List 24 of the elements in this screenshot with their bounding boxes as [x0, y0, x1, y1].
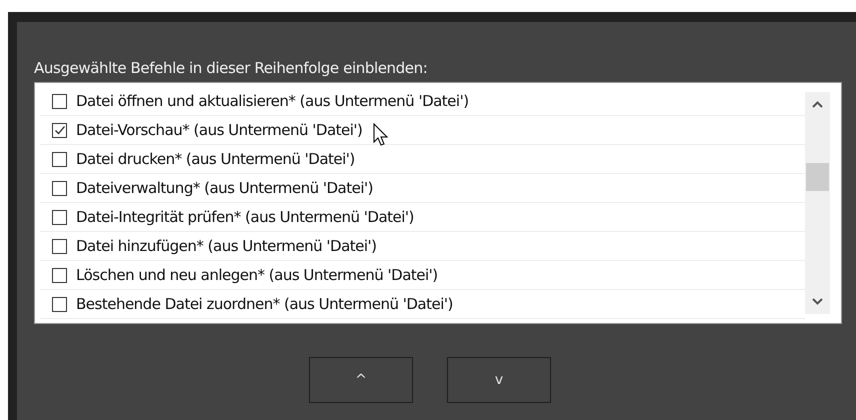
move-down-button[interactable]: v: [447, 357, 551, 403]
mouse-pointer-icon: [373, 123, 389, 147]
checkbox[interactable]: [52, 122, 67, 138]
list-item[interactable]: Datei hinzufügen* (aus Untermenü 'Datei'): [40, 232, 805, 261]
chevron-up-icon[interactable]: [812, 101, 823, 108]
checkbox[interactable]: [52, 238, 67, 254]
checkbox[interactable]: [52, 94, 67, 108]
scroll-thumb[interactable]: [806, 163, 829, 191]
checkbox[interactable]: [52, 268, 67, 282]
list-item[interactable]: Datei öffnen und aktualisieren* (aus Untermenü 'Datei'): [40, 87, 805, 116]
list-item[interactable]: Bestehende Datei zuordnen* (aus Untermenü 'Datei'): [40, 290, 805, 319]
move-up-button[interactable]: ^: [309, 357, 413, 403]
list-heading: Ausgewählte Befehle in dieser Reihenfolge einblenden:: [34, 58, 428, 78]
checkmark-icon: [54, 124, 66, 136]
chevron-down-icon[interactable]: [812, 298, 823, 305]
checkbox[interactable]: [52, 210, 67, 224]
list-item[interactable]: Datei-Integrität prüfen* (aus Untermenü 'Datei'): [40, 203, 805, 232]
checkbox[interactable]: [52, 296, 67, 312]
list-item[interactable]: Löschen und neu anlegen* (aus Untermenü 'Datei'): [40, 261, 805, 290]
list-item[interactable]: Dateiverwaltung* (aus Untermenü 'Datei'): [40, 174, 805, 203]
scrollbar[interactable]: [805, 92, 830, 314]
list-item[interactable]: Datei drucken* (aus Untermenü 'Datei'): [40, 145, 805, 174]
checkbox[interactable]: [52, 180, 67, 196]
checkbox[interactable]: [52, 152, 67, 166]
